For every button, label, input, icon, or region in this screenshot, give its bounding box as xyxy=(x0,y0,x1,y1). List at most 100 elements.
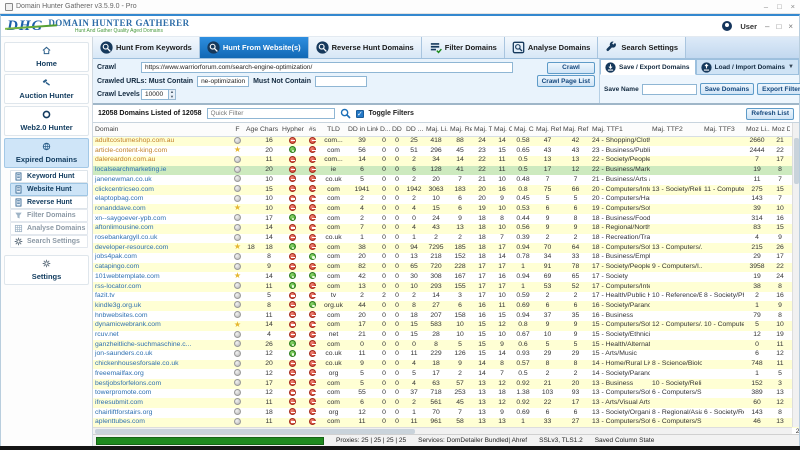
domain-link[interactable]: elaptopbag.com xyxy=(95,195,143,202)
table-row[interactable]: chairliftforstairs.org18org120017071390.… xyxy=(93,408,799,418)
sidebar-item-expired-domains[interactable]: Expired Domains xyxy=(4,138,89,168)
column-header-moz-da[interactable]: Moz DA xyxy=(770,123,790,136)
column-header-d[interactable]: D... xyxy=(378,123,390,136)
favorite-dot-icon[interactable] xyxy=(234,340,241,347)
table-row[interactable]: dynamicwebrank.com★14com1700155831015120… xyxy=(93,321,799,331)
domain-link[interactable]: aplenttubes.com xyxy=(95,418,145,425)
table-row[interactable]: rss-locator.com11com13001029315517171535… xyxy=(93,282,799,292)
column-header-chars[interactable]: Chars xyxy=(258,123,280,136)
favorite-dot-icon[interactable] xyxy=(234,175,241,182)
domain-link[interactable]: janenewman.co.uk xyxy=(95,176,152,183)
domain-link[interactable]: 101webtemplate.com xyxy=(95,273,160,280)
domain-link[interactable]: ifreesubmit.com xyxy=(95,399,143,406)
tab-hunt-from-website-s[interactable]: Hunt From Website(s) xyxy=(200,37,309,58)
column-header-maj-ref-ips[interactable]: Maj. Ref IPs xyxy=(534,123,561,136)
table-row[interactable]: chickenhousesforsale.co.uk20co.uk9004189… xyxy=(93,360,799,370)
os-minimize-icon[interactable]: – xyxy=(764,2,768,11)
column-header-maj-c[interactable]: Maj. C... xyxy=(512,123,534,136)
favorite-dot-icon[interactable] xyxy=(234,379,241,386)
domain-link[interactable]: clickcentricseo.com xyxy=(95,186,154,193)
column-header-maj-li[interactable]: Maj. Li... xyxy=(424,123,448,136)
vertical-scrollbar[interactable] xyxy=(792,123,799,427)
domain-link[interactable]: jon-saunders.co.uk xyxy=(95,350,152,357)
tab-save-export-domains[interactable]: Save / Export Domains xyxy=(600,59,696,75)
column-header-age[interactable]: Age xyxy=(244,123,258,136)
column-header-hyphen[interactable]: Hyphen xyxy=(280,123,304,136)
sidebar-item-keyword-hunt[interactable]: Keyword Hunt xyxy=(10,170,88,183)
sidebar-item-settings[interactable]: Settings xyxy=(4,255,89,285)
table-row[interactable]: bestjobsforfelons.com17com5004635713120.… xyxy=(93,379,799,389)
column-header-maj-ref-su[interactable]: Maj. Ref Su... xyxy=(561,123,590,136)
domain-link[interactable]: chairliftforstairs.org xyxy=(95,409,152,416)
domain-link[interactable]: freeemailfax.org xyxy=(95,370,144,377)
crawl-button[interactable]: Crawl xyxy=(547,62,595,74)
domain-link[interactable]: article-content-king.com xyxy=(95,147,167,154)
table-row[interactable]: elaptopbag.com10com20021062090.455520 - … xyxy=(93,195,799,205)
domain-link[interactable]: hnbwebsites.com xyxy=(95,312,148,319)
must-not-contain-input[interactable] xyxy=(315,76,367,87)
table-row[interactable]: ronanddave.com★10com400415619100.536619 … xyxy=(93,204,799,214)
table-row[interactable]: jon-saunders.co.uk12co.uk110011229126151… xyxy=(93,350,799,360)
tab-search-settings[interactable]: Search Settings xyxy=(598,37,686,58)
domain-link[interactable]: jobs4pak.com xyxy=(95,253,137,260)
toggle-filters-checkbox[interactable] xyxy=(356,110,364,118)
sidebar-item-filter-domains[interactable]: Filter Domains xyxy=(10,209,88,222)
sidebar-item-home[interactable]: Home xyxy=(4,42,89,72)
sidebar-item-web2-0-hunter[interactable]: Web2.0 Hunter xyxy=(4,106,89,136)
table-row[interactable]: aftonlimousine.com14com7004431318100.569… xyxy=(93,224,799,234)
save-domains-button[interactable]: Save Domains xyxy=(700,83,754,95)
domain-link[interactable]: xn--saygoever-ypb.com xyxy=(95,215,166,222)
crawl-levels-input[interactable] xyxy=(141,89,169,100)
favorite-dot-icon[interactable] xyxy=(234,369,241,376)
tab-filter-domains[interactable]: Filter Domains xyxy=(422,37,505,58)
tab-hunt-from-keywords[interactable]: Hunt From Keywords xyxy=(93,37,200,58)
search-icon[interactable] xyxy=(340,108,351,119)
column-header-maj-cf[interactable]: Maj. CF xyxy=(492,123,512,136)
favorite-dot-icon[interactable] xyxy=(234,418,241,425)
column-header-dd[interactable]: DD ... xyxy=(404,123,424,136)
favorite-star-icon[interactable]: ★ xyxy=(234,146,241,154)
column-header-f[interactable]: F xyxy=(231,123,244,136)
column-header-maj-re[interactable]: Maj. Re... xyxy=(448,123,472,136)
favorite-dot-icon[interactable] xyxy=(234,195,241,202)
column-header-maj-ttf3[interactable]: Maj. TTF3 xyxy=(702,123,744,136)
favorite-star-icon[interactable]: ★ xyxy=(234,272,241,280)
crawl-url-input[interactable] xyxy=(141,62,513,73)
save-name-input[interactable] xyxy=(642,84,697,95)
must-contain-input[interactable] xyxy=(197,76,249,87)
spinner-arrows-icon[interactable]: ▲▼ xyxy=(169,89,176,100)
favorite-dot-icon[interactable] xyxy=(234,282,241,289)
os-maximize-icon[interactable]: □ xyxy=(777,2,782,11)
favorite-dot-icon[interactable] xyxy=(234,253,241,260)
horizontal-scrollbar[interactable] xyxy=(93,427,792,434)
favorite-dot-icon[interactable] xyxy=(234,389,241,396)
close-icon[interactable]: × xyxy=(788,22,793,31)
favorite-dot-icon[interactable] xyxy=(234,263,241,270)
favorite-dot-icon[interactable] xyxy=(234,185,241,192)
column-header-maj-ttf1[interactable]: Maj. TTF1 xyxy=(590,123,650,136)
favorite-dot-icon[interactable] xyxy=(234,311,241,318)
domain-link[interactable]: chickenhousesforsale.co.uk xyxy=(95,360,179,367)
favorite-dot-icon[interactable] xyxy=(234,234,241,241)
favorite-dot-icon[interactable] xyxy=(234,350,241,357)
domain-link[interactable]: rosebankargyll.co.uk xyxy=(95,234,157,241)
table-row[interactable]: xn--saygoever-ypb.com17com20002491880.44… xyxy=(93,214,799,224)
table-row[interactable]: freeemailfax.org12org50051721470.52214 -… xyxy=(93,369,799,379)
quick-filter-input[interactable] xyxy=(207,108,335,119)
column-header-dd-in-links[interactable]: DD in Links xyxy=(346,123,378,136)
table-row[interactable]: article-content-king.com★20com5600512964… xyxy=(93,146,799,156)
table-row[interactable]: developer-resource.com★1818com3800947295… xyxy=(93,243,799,253)
sidebar-item-auction-hunter[interactable]: Auction Hunter xyxy=(4,74,89,104)
domain-link[interactable]: dynamicwebrank.com xyxy=(95,321,161,328)
refresh-list-button[interactable]: Refresh List xyxy=(746,108,794,120)
sidebar-item-website-hunt[interactable]: Website Hunt xyxy=(10,183,88,196)
column-header-maj-tf[interactable]: Maj. TF xyxy=(472,123,492,136)
table-row[interactable]: janenewman.co.uk10co.uk500220721100.4877… xyxy=(93,175,799,185)
favorite-star-icon[interactable]: ★ xyxy=(234,243,241,251)
domain-link[interactable]: catapingo.com xyxy=(95,263,139,270)
maximize-icon[interactable]: □ xyxy=(776,22,781,31)
sidebar-item-search-settings[interactable]: Search Settings xyxy=(10,235,88,248)
favorite-dot-icon[interactable] xyxy=(234,301,241,308)
domain-link[interactable]: rss-locator.com xyxy=(95,283,141,290)
tab-analyse-domains[interactable]: Analyse Domains xyxy=(505,37,599,58)
